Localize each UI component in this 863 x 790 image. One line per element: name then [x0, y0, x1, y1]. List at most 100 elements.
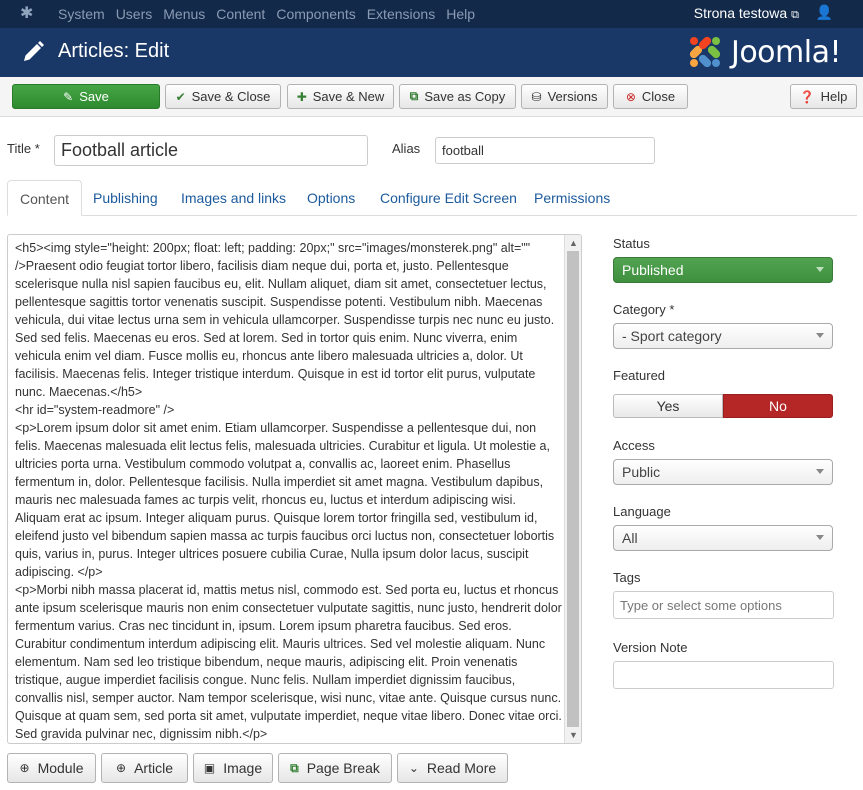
title-value: Football article — [61, 140, 179, 160]
page-title: Articles: Edit — [58, 40, 170, 62]
status-value: Published — [622, 262, 684, 278]
tab-publishing[interactable]: Publishing — [93, 180, 158, 216]
cancel-icon: ⊗ — [625, 89, 636, 104]
tab-content[interactable]: Content — [7, 180, 83, 216]
image-label: Image — [223, 760, 263, 776]
page-header: Articles: Edit Joomla! — [0, 28, 863, 77]
check-icon: ✔ — [175, 89, 186, 104]
access-select[interactable]: Public — [613, 459, 833, 485]
site-name: Strona testowa — [693, 5, 788, 21]
save-label: Save — [79, 89, 109, 104]
file-add-icon: ⊕ — [19, 761, 30, 775]
chevron-down-icon — [816, 469, 824, 474]
question-icon: ❓ — [799, 89, 815, 104]
page-break-label: Page Break — [306, 760, 380, 776]
save-close-label: Save & Close — [191, 89, 271, 104]
image-button[interactable]: ▣ Image — [193, 753, 273, 783]
module-button[interactable]: ⊕ Module — [7, 753, 96, 783]
joomla-logo: Joomla! — [685, 31, 842, 73]
tab-bar: Content Publishing Images and links Opti… — [7, 180, 857, 216]
article-button[interactable]: ⊕ Article — [101, 753, 188, 783]
chevron-down-icon — [816, 535, 824, 540]
page-break-button[interactable]: ⧉ Page Break — [278, 753, 392, 783]
tab-configure-edit-screen[interactable]: Configure Edit Screen — [380, 180, 517, 216]
read-more-button[interactable]: ⌄ Read More — [397, 753, 508, 783]
save-new-label: Save & New — [312, 89, 385, 104]
save-copy-button[interactable]: ⧉ Save as Copy — [399, 84, 516, 109]
versions-label: Versions — [547, 89, 598, 104]
admin-menu: System Users Menus Content Components Ex… — [58, 0, 486, 28]
picture-icon: ▣ — [203, 761, 216, 775]
chevron-down-icon: ⌄ — [408, 761, 419, 775]
tab-permissions[interactable]: Permissions — [534, 180, 610, 216]
access-value: Public — [622, 464, 661, 480]
status-label: Status — [613, 236, 650, 251]
chevron-down-icon — [816, 267, 824, 272]
scroll-up-icon[interactable]: ▲ — [565, 235, 581, 251]
alias-value: football — [442, 143, 484, 158]
site-link[interactable]: Strona testowa ⧉ — [694, 5, 799, 22]
featured-toggle: Yes No — [613, 394, 833, 418]
menu-system[interactable]: System — [58, 6, 105, 22]
editor-scrollbar[interactable]: ▲ ▼ — [564, 235, 581, 743]
category-value: - Sport category — [622, 328, 722, 344]
category-select[interactable]: - Sport category — [613, 323, 833, 349]
version-note-label: Version Note — [613, 640, 688, 655]
close-button[interactable]: ⊗ Close — [613, 84, 688, 109]
help-label: Help — [820, 89, 848, 104]
language-select[interactable]: All — [613, 525, 833, 551]
joomla-wordmark: Joomla! — [730, 34, 842, 70]
external-link-icon: ⧉ — [791, 9, 799, 21]
edit-icon: ✎ — [63, 89, 74, 104]
language-value: All — [622, 530, 638, 546]
alias-input[interactable]: football — [435, 137, 655, 164]
chevron-down-icon — [816, 333, 824, 338]
copy-icon: ⧉ — [409, 89, 419, 103]
tab-images-links[interactable]: Images and links — [181, 180, 286, 216]
status-select[interactable]: Published — [613, 257, 833, 283]
help-button[interactable]: ❓ Help — [790, 84, 857, 109]
language-label: Language — [613, 504, 671, 519]
menu-content[interactable]: Content — [216, 6, 265, 22]
menu-extensions[interactable]: Extensions — [367, 6, 435, 22]
article-label: Article — [134, 760, 173, 776]
module-label: Module — [37, 760, 84, 776]
version-note-input[interactable] — [613, 661, 834, 689]
joomla-menu-icon[interactable]: ✱ — [20, 5, 40, 23]
save-close-button[interactable]: ✔ Save & Close — [165, 84, 281, 109]
save-copy-label: Save as Copy — [424, 89, 506, 104]
title-label: Title * — [7, 141, 40, 156]
menu-users[interactable]: Users — [116, 6, 153, 22]
file-add-icon: ⊕ — [116, 761, 127, 775]
featured-label: Featured — [613, 368, 666, 383]
close-label: Close — [641, 89, 676, 104]
toolbar: ✎ Save ✔ Save & Close ✚ Save & New ⧉ Sav… — [0, 77, 863, 117]
archive-icon: ⛁ — [531, 89, 542, 104]
featured-yes-button[interactable]: Yes — [613, 394, 723, 418]
access-label: Access — [613, 438, 655, 453]
user-menu-icon[interactable]: 👤 — [816, 4, 833, 21]
tab-options[interactable]: Options — [307, 180, 355, 216]
menu-components[interactable]: Components — [276, 6, 355, 22]
menu-help[interactable]: Help — [446, 6, 475, 22]
editor-text[interactable]: <h5><img style="height: 200px; float: le… — [15, 239, 563, 743]
plus-icon: ✚ — [296, 89, 307, 104]
featured-no-button[interactable]: No — [723, 394, 833, 418]
scrollbar-thumb[interactable] — [567, 251, 579, 727]
save-new-button[interactable]: ✚ Save & New — [287, 84, 394, 109]
versions-button[interactable]: ⛁ Versions — [521, 84, 608, 109]
top-navbar: ✱ System Users Menus Content Components … — [0, 0, 863, 28]
pencil-icon — [24, 41, 44, 61]
title-input[interactable]: Football article — [54, 135, 368, 166]
joomla-brand-icon — [689, 36, 721, 68]
menu-menus[interactable]: Menus — [163, 6, 205, 22]
read-more-label: Read More — [426, 760, 497, 776]
tags-label: Tags — [613, 570, 641, 585]
tags-input[interactable]: Type or select some options — [613, 591, 834, 619]
content-editor[interactable]: <h5><img style="height: 200px; float: le… — [7, 234, 582, 744]
category-label: Category * — [613, 302, 675, 317]
copy-icon: ⧉ — [290, 760, 299, 775]
alias-label: Alias — [392, 141, 421, 156]
save-button[interactable]: ✎ Save — [12, 84, 160, 109]
scroll-down-icon[interactable]: ▼ — [565, 727, 581, 743]
